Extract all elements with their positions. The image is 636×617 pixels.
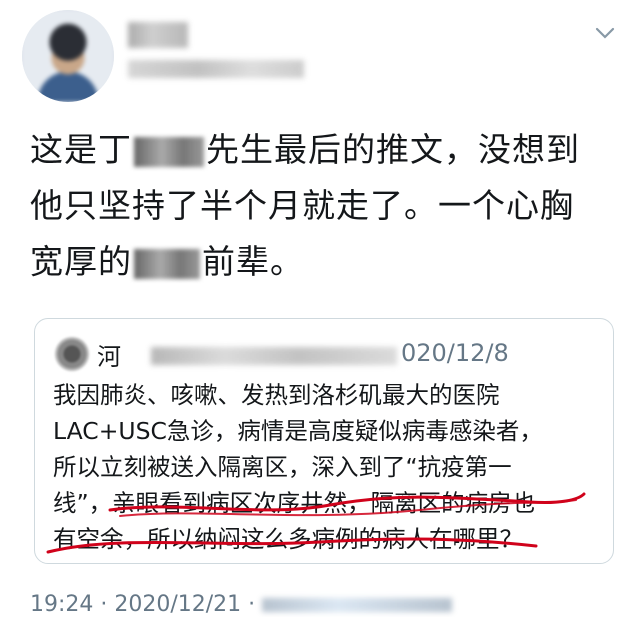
tweet-line-1: 这是丁 先生最后的推文，没想到 — [30, 130, 580, 169]
quoted-tweet[interactable]: 河 020/12/8 我因肺炎、咳嗽、发热到洛杉矶最大的医院 LAC+USC急诊… — [34, 318, 614, 564]
quoted-text: 我因肺炎、咳嗽、发热到洛杉矶最大的医院 LAC+USC急诊，病情是高度疑似病毒感… — [53, 377, 605, 557]
tweet-timestamp[interactable]: 19:24 · 2020/12/21 · — [30, 592, 453, 617]
source-redacted — [262, 598, 453, 612]
quoted-line: 线”，亲眼看到病区次序井然，隔离区的病房也 — [53, 489, 536, 517]
tweet: 这是丁 先生最后的推文，没想到 他只坚持了半个月就走了。一个心胸 宽厚的 前辈。 河… — [0, 0, 636, 617]
tweet-text: 这是丁 先生最后的推文，没想到 他只坚持了半个月就走了。一个心胸 宽厚的 前辈。 — [30, 122, 626, 290]
avatar[interactable] — [22, 10, 114, 102]
quoted-line: 我因肺炎、咳嗽、发热到洛杉矶最大的医院 — [53, 381, 500, 409]
tweet-line-2: 他只坚持了半个月就走了。一个心胸 — [30, 186, 574, 225]
quoted-line: 所以立刻被送入隔离区，深入到了“抗疫第一 — [53, 453, 512, 481]
chevron-down-icon[interactable] — [594, 22, 616, 44]
quoted-line: 有空余，所以纳闷这么多病例的病人在哪里？ — [53, 525, 523, 553]
user-handle-redacted — [128, 60, 304, 78]
redacted-name — [134, 136, 204, 167]
quoted-line: LAC+USC急诊，病情是高度疑似病毒感染者， — [53, 417, 543, 445]
redacted-word — [134, 248, 200, 279]
quoted-user-name[interactable]: 河 — [97, 337, 121, 372]
quoted-date: 020/12/8 — [401, 339, 509, 367]
quoted-handle-redacted — [151, 347, 397, 365]
quoted-avatar[interactable] — [55, 337, 89, 371]
tweet-line-3: 宽厚的 前辈。 — [30, 242, 304, 281]
user-name-redacted[interactable] — [128, 22, 188, 48]
